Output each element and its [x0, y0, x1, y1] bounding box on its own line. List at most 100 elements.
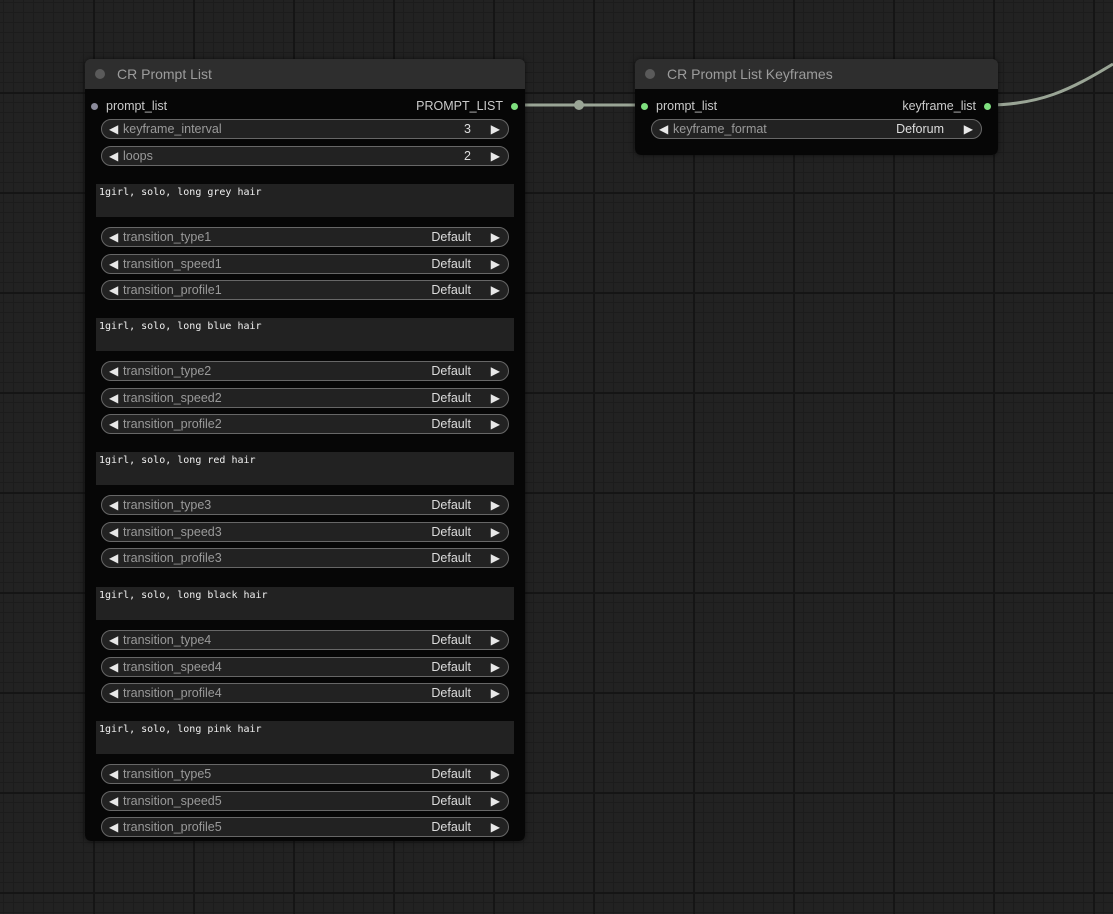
arrow-left-icon[interactable]: ◀: [109, 686, 118, 700]
arrow-left-icon[interactable]: ◀: [109, 498, 118, 512]
widget-loops[interactable]: ◀ loops 2 ▶: [101, 146, 509, 166]
widget-transition-speed-4[interactable]: ◀ transition_speed4 Default ▶: [101, 656, 509, 677]
widget-transition-type-2[interactable]: ◀ transition_type2 Default ▶: [101, 361, 509, 381]
arrow-left-icon[interactable]: ◀: [109, 794, 118, 808]
widget-transition-profile-5[interactable]: ◀ transition_profile5 Default ▶: [101, 817, 509, 837]
output-slot-prompt-list[interactable]: PROMPT_LIST: [325, 99, 525, 113]
prompt-textarea[interactable]: 1girl, solo, long black hair: [96, 587, 514, 620]
arrow-left-icon[interactable]: ◀: [659, 122, 668, 136]
widget-transition-profile-4[interactable]: ◀ transition_profile4 Default ▶: [101, 683, 509, 703]
widget-value: Default: [431, 767, 471, 781]
input-slot-prompt-list[interactable]: prompt_list: [635, 99, 815, 113]
widget-value: 2: [464, 149, 471, 163]
widget-transition-profile-2[interactable]: ◀ transition_profile2 Default ▶: [101, 414, 509, 434]
output-slot-dot-icon[interactable]: [984, 103, 991, 110]
arrow-right-icon[interactable]: ▶: [491, 391, 500, 405]
arrow-left-icon[interactable]: ◀: [109, 122, 118, 136]
widget-value: Default: [431, 686, 471, 700]
collapse-dot-icon[interactable]: [95, 69, 105, 79]
collapse-dot-icon[interactable]: [645, 69, 655, 79]
arrow-left-icon[interactable]: ◀: [109, 820, 118, 834]
widget-value: Default: [431, 364, 471, 378]
arrow-left-icon[interactable]: ◀: [109, 230, 118, 244]
arrow-right-icon[interactable]: ▶: [491, 525, 500, 539]
arrow-right-icon[interactable]: ▶: [491, 417, 500, 431]
widget-value: Default: [431, 256, 471, 271]
widget-label: transition_type3: [123, 498, 212, 512]
widget-transition-type-4[interactable]: ◀ transition_type4 Default ▶: [101, 630, 509, 650]
widget-keyframe-interval[interactable]: ◀ keyframe_interval 3 ▶: [101, 119, 509, 139]
arrow-right-icon[interactable]: ▶: [491, 767, 500, 781]
node-title-bar[interactable]: CR Prompt List Keyframes: [635, 59, 998, 89]
arrow-right-icon[interactable]: ▶: [491, 686, 500, 700]
link-keyframe-list[interactable]: [986, 62, 1113, 107]
arrow-right-icon[interactable]: ▶: [491, 122, 500, 136]
widget-value: Default: [431, 390, 471, 405]
arrow-right-icon[interactable]: ▶: [491, 820, 500, 834]
link-midpoint-handle[interactable]: [574, 100, 584, 110]
widget-value: Deforum: [896, 122, 944, 136]
arrow-left-icon[interactable]: ◀: [109, 391, 118, 405]
node-cr-prompt-list-keyframes[interactable]: CR Prompt List Keyframes prompt_list key…: [635, 59, 998, 155]
widget-label: transition_type5: [123, 767, 212, 781]
arrow-right-icon[interactable]: ▶: [491, 551, 500, 565]
widget-transition-type-5[interactable]: ◀ transition_type5 Default ▶: [101, 764, 509, 784]
widget-label: transition_speed3: [123, 524, 222, 539]
arrow-right-icon[interactable]: ▶: [491, 230, 500, 244]
input-slot-dot-icon[interactable]: [91, 103, 98, 110]
arrow-right-icon[interactable]: ▶: [491, 633, 500, 647]
input-slot-label: prompt_list: [656, 99, 718, 113]
widget-label: transition_speed1: [123, 256, 222, 271]
prompt-textarea[interactable]: 1girl, solo, long blue hair: [96, 318, 514, 351]
widget-label: keyframe_interval: [123, 122, 222, 136]
widget-transition-speed-2[interactable]: ◀ transition_speed2 Default ▶: [101, 387, 509, 408]
arrow-right-icon[interactable]: ▶: [491, 364, 500, 378]
widget-label: keyframe_format: [673, 122, 767, 136]
prompt-textarea[interactable]: 1girl, solo, long grey hair: [96, 184, 514, 217]
arrow-left-icon[interactable]: ◀: [109, 633, 118, 647]
arrow-right-icon[interactable]: ▶: [491, 498, 500, 512]
input-slot-label: prompt_list: [106, 99, 168, 113]
prompt-textarea[interactable]: 1girl, solo, long pink hair: [96, 721, 514, 754]
widget-value: Default: [431, 230, 471, 244]
widget-value: Default: [431, 551, 471, 565]
widget-value: Default: [431, 820, 471, 834]
widget-transition-profile-3[interactable]: ◀ transition_profile3 Default ▶: [101, 548, 509, 568]
node-cr-prompt-list[interactable]: CR Prompt List prompt_list PROMPT_LIST ◀…: [85, 59, 525, 841]
arrow-left-icon[interactable]: ◀: [109, 525, 118, 539]
widget-transition-speed-3[interactable]: ◀ transition_speed3 Default ▶: [101, 521, 509, 542]
widget-label: transition_profile2: [123, 417, 222, 431]
arrow-right-icon[interactable]: ▶: [964, 122, 973, 136]
input-slot-prompt-list[interactable]: prompt_list: [85, 99, 305, 113]
output-slot-keyframe-list[interactable]: keyframe_list: [818, 99, 998, 113]
widget-label: loops: [123, 149, 153, 163]
arrow-right-icon[interactable]: ▶: [491, 794, 500, 808]
arrow-left-icon[interactable]: ◀: [109, 660, 118, 674]
widget-transition-speed-1[interactable]: ◀ transition_speed1 Default ▶: [101, 253, 509, 274]
arrow-right-icon[interactable]: ▶: [491, 283, 500, 297]
widget-label: transition_type4: [123, 633, 212, 647]
output-slot-dot-icon[interactable]: [511, 103, 518, 110]
widget-value: Default: [431, 793, 471, 808]
widget-value: Default: [431, 633, 471, 647]
arrow-left-icon[interactable]: ◀: [109, 257, 118, 271]
widget-transition-profile-1[interactable]: ◀ transition_profile1 Default ▶: [101, 280, 509, 300]
node-title: CR Prompt List Keyframes: [667, 66, 833, 82]
node-title-bar[interactable]: CR Prompt List: [85, 59, 525, 89]
prompt-textarea[interactable]: 1girl, solo, long red hair: [96, 452, 514, 485]
arrow-right-icon[interactable]: ▶: [491, 660, 500, 674]
widget-transition-type-3[interactable]: ◀ transition_type3 Default ▶: [101, 495, 509, 515]
widget-transition-type-1[interactable]: ◀ transition_type1 Default ▶: [101, 227, 509, 247]
arrow-right-icon[interactable]: ▶: [491, 257, 500, 271]
arrow-left-icon[interactable]: ◀: [109, 417, 118, 431]
arrow-left-icon[interactable]: ◀: [109, 283, 118, 297]
arrow-left-icon[interactable]: ◀: [109, 767, 118, 781]
arrow-left-icon[interactable]: ◀: [109, 364, 118, 378]
node-body: prompt_list PROMPT_LIST ◀ keyframe_interv…: [85, 89, 525, 841]
widget-keyframe-format[interactable]: ◀ keyframe_format Deforum ▶: [651, 119, 982, 139]
arrow-left-icon[interactable]: ◀: [109, 149, 118, 163]
input-slot-dot-icon[interactable]: [641, 103, 648, 110]
arrow-right-icon[interactable]: ▶: [491, 149, 500, 163]
widget-transition-speed-5[interactable]: ◀ transition_speed5 Default ▶: [101, 790, 509, 811]
arrow-left-icon[interactable]: ◀: [109, 551, 118, 565]
